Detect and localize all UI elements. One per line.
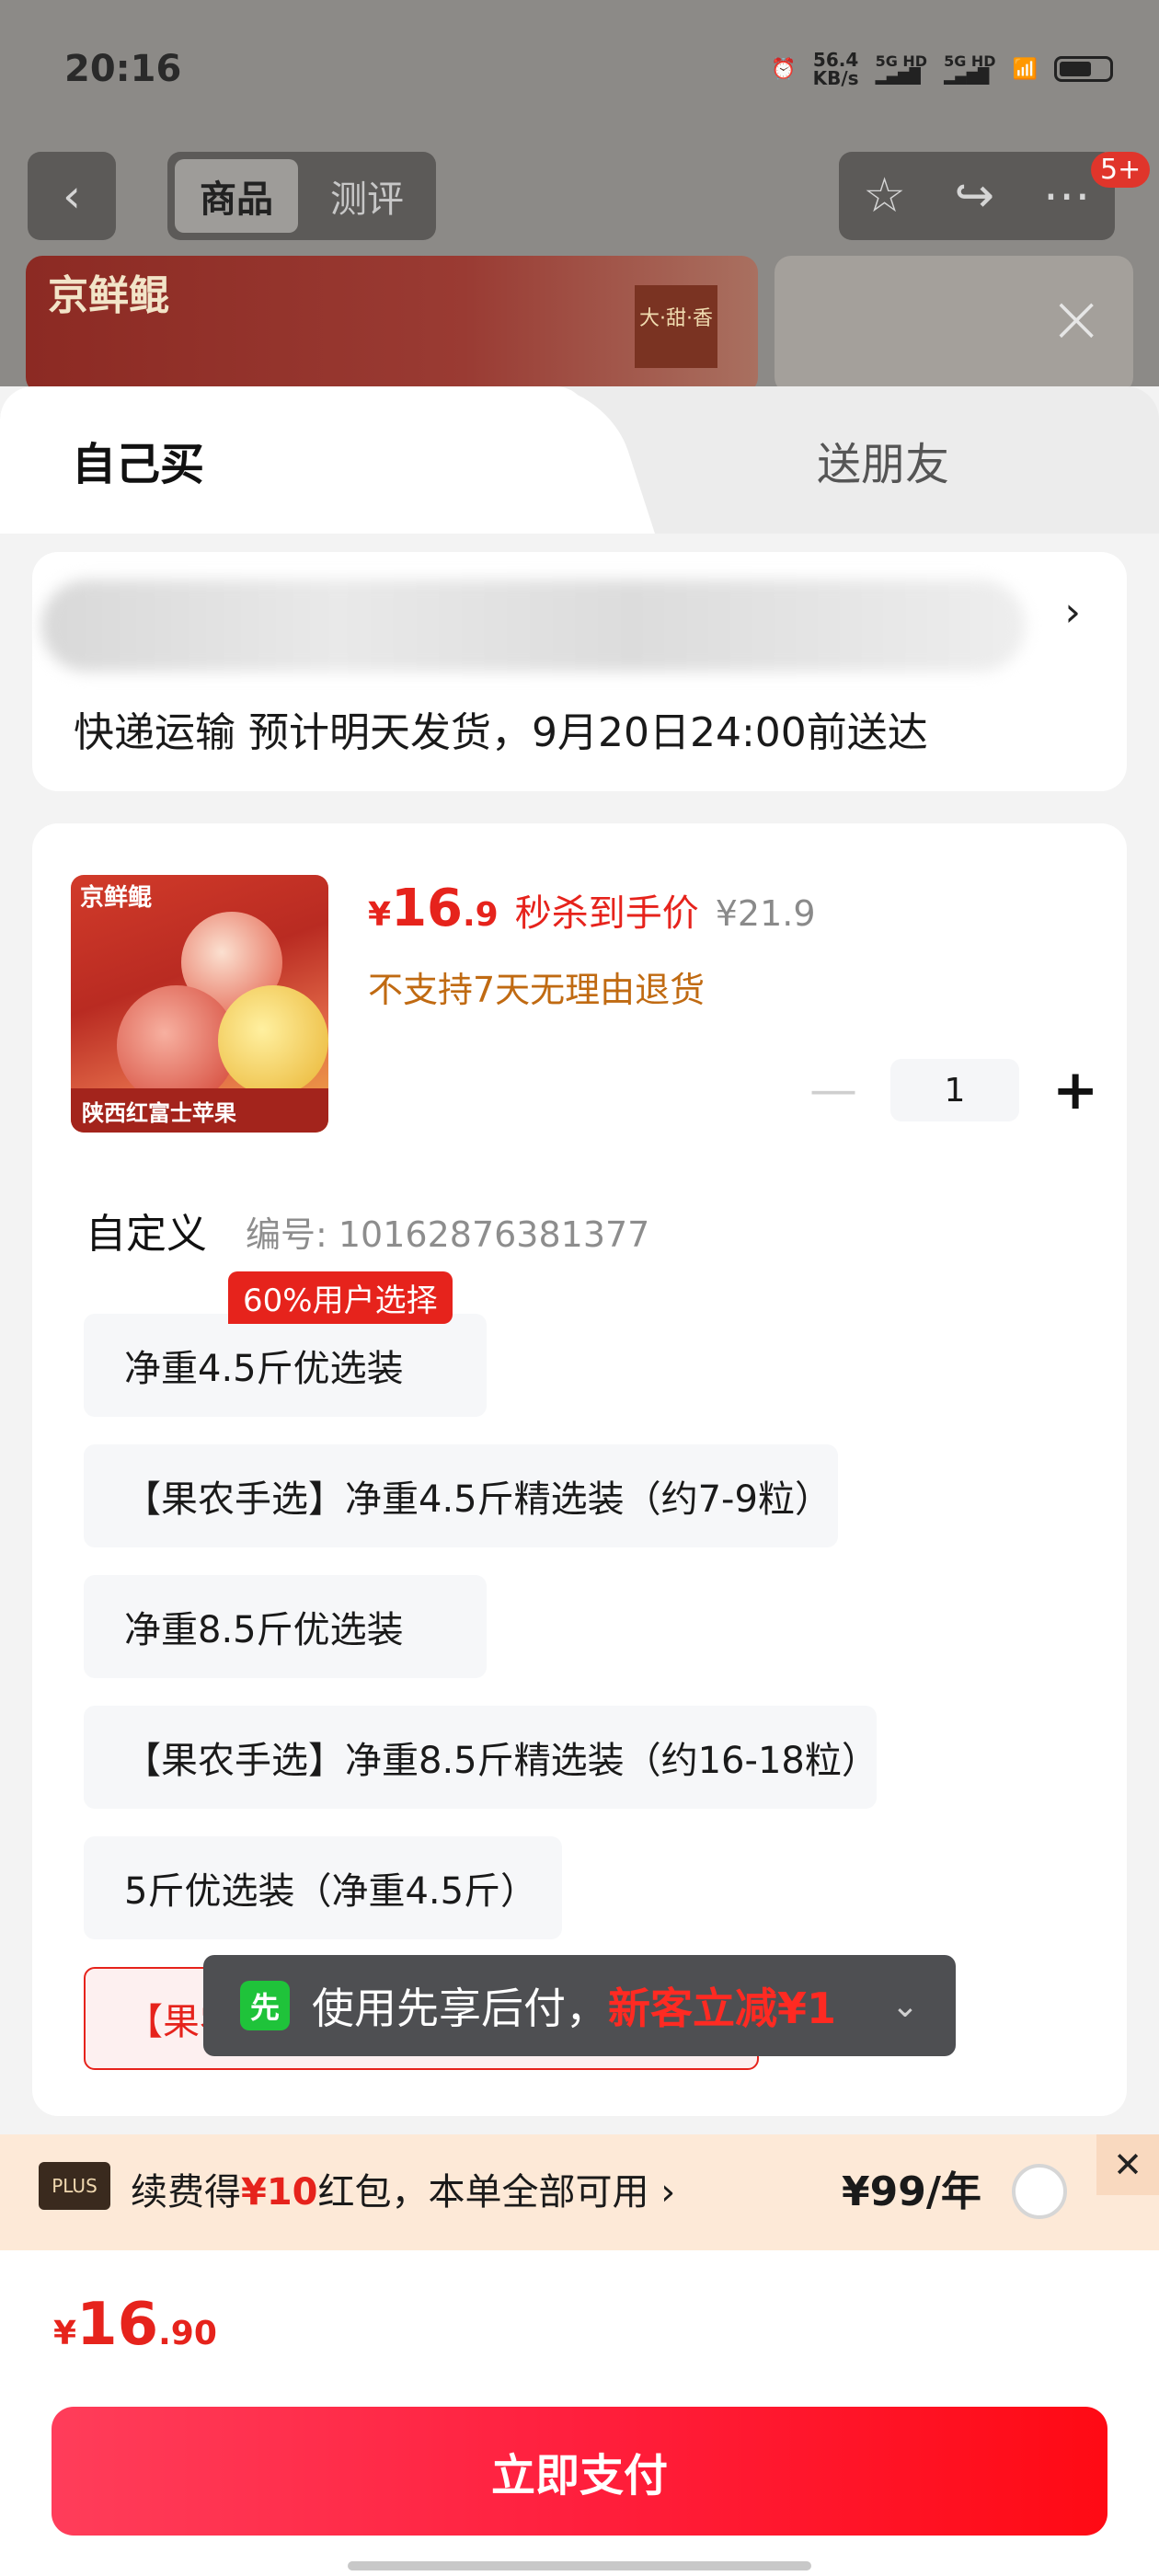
shipping-info: 快递运输 预计明天发货，9月20日24:00前送达 (74, 709, 928, 756)
banner-brand: 京鲜鲲 (48, 272, 169, 319)
address-card[interactable]: › 快递运输 预计明天发货，9月20日24:00前送达 (32, 552, 1127, 791)
share-icon[interactable]: ↪ (955, 168, 995, 224)
current-price: ¥16.9 (368, 879, 499, 938)
tab-review[interactable]: 测评 (305, 159, 429, 233)
pay-now-button[interactable]: 立即支付 (52, 2407, 1107, 2536)
spec-option[interactable]: 5斤优选装（净重4.5斤） (84, 1836, 562, 1939)
wifi-icon: 📶 (1012, 57, 1038, 81)
quantity-input[interactable]: 1 (890, 1059, 1019, 1121)
signal-2: 5G HD ▂▄▆█ (944, 52, 996, 85)
pay-bar: 立即支付 (0, 2394, 1159, 2576)
tab-buy-self[interactable]: 自己买 (0, 386, 589, 534)
spec-option[interactable]: 【果农手选】净重8.5斤精选装（约16-18粒） (84, 1706, 878, 1809)
signal-bars-icon: ▂▄▆█ (875, 67, 921, 85)
banner-tag: 大·甜·香 (635, 285, 717, 368)
plus-price: ¥99/年 (842, 2168, 981, 2215)
signal-1: 5G HD ▂▄▆█ (875, 52, 928, 85)
increase-button[interactable]: + (1052, 1058, 1098, 1122)
apple-image (218, 985, 328, 1096)
spec-code: 编号: 10162876381377 (246, 1214, 650, 1255)
purchase-tabs: 自己买 送朋友 (0, 386, 1159, 534)
tab-product[interactable]: 商品 (175, 159, 298, 233)
toast-text: 使用先享后付， (312, 1984, 608, 2033)
popular-tag: 60%用户选择 (228, 1271, 453, 1324)
spec-option[interactable]: 【果农手选】净重4.5斤精选装（约7-9粒） (84, 1444, 838, 1547)
plus-offer-text: 续费得¥10红包，本单全部可用 › (131, 2171, 676, 2214)
back-button[interactable]: ‹ (28, 152, 116, 240)
status-time: 20:16 (64, 48, 182, 90)
bag-icon: 先 (240, 1981, 290, 2030)
star-icon[interactable]: ☆ (863, 168, 906, 224)
thumb-caption: 陕西红富士苹果 (71, 1088, 328, 1133)
address-blurred (41, 580, 1026, 672)
spec-option[interactable]: 净重4.5斤优选装 (84, 1314, 487, 1417)
alarm-icon: ⏰ (771, 57, 797, 81)
decrease-button[interactable]: — (809, 1063, 857, 1118)
net-speed: 56.4 KB/s (812, 49, 859, 89)
spec-option[interactable]: 净重8.5斤优选装 (84, 1575, 487, 1678)
price-label: 秒杀到手价 (514, 892, 699, 935)
plus-radio[interactable] (1012, 2164, 1067, 2219)
system-icons: ⏰ 56.4 KB/s 5G HD ▂▄▆█ 5G HD ▂▄▆█ 📶 (771, 51, 1113, 87)
home-indicator (348, 2561, 811, 2570)
quantity-stepper: — 1 + (809, 1058, 1098, 1122)
chevron-right-icon: › (648, 2171, 676, 2214)
header-tools: ☆ ↪ ⋯ (839, 152, 1115, 240)
product-thumbnail: 京鲜鲲 陕西红富士苹果 (71, 875, 328, 1133)
chevron-right-icon: › (1064, 589, 1081, 636)
total-price: ¥16.90 (53, 2291, 217, 2359)
signal-bars-icon: ▂▄▆█ (944, 67, 990, 85)
price-row: ¥16.9 秒杀到手价 ¥21.9 (368, 879, 816, 938)
tab-gift-friend[interactable]: 送朋友 (644, 386, 1122, 534)
battery-icon (1054, 56, 1113, 82)
return-policy: 不支持7天无理由退货 (368, 970, 706, 1010)
spec-title: 自定义 (86, 1211, 207, 1258)
plus-membership-bar[interactable]: PLUS 续费得¥10红包，本单全部可用 › ¥99/年 ✕ (0, 2134, 1159, 2250)
chevron-left-icon: ‹ (63, 169, 81, 223)
bnpl-toast[interactable]: 先 使用先享后付， 新客立减¥1 ⌄ (203, 1955, 956, 2056)
purchase-sheet: 自己买 送朋友 › 快递运输 预计明天发货，9月20日24:00前送达 京鲜鲲 … (0, 386, 1159, 2576)
product-card: 京鲜鲲 陕西红富士苹果 ¥16.9 秒杀到手价 ¥21.9 不支持7天无理由退货… (32, 823, 1127, 2116)
close-icon[interactable]: × (1049, 285, 1104, 351)
thumb-brand: 京鲜鲲 (80, 884, 153, 912)
message-badge: 5+ (1091, 152, 1151, 188)
original-price: ¥21.9 (715, 893, 816, 934)
total-bar: ¥16.90 (0, 2250, 1159, 2394)
header-tabs: 商品 测评 (167, 152, 436, 240)
close-icon[interactable]: ✕ (1096, 2134, 1159, 2195)
plus-logo: PLUS (39, 2162, 110, 2210)
toast-highlight: 新客立减¥1 (608, 1984, 837, 2033)
chevron-double-down-icon: ⌄ (890, 1986, 919, 2025)
more-icon[interactable]: ⋯ (1043, 168, 1091, 224)
